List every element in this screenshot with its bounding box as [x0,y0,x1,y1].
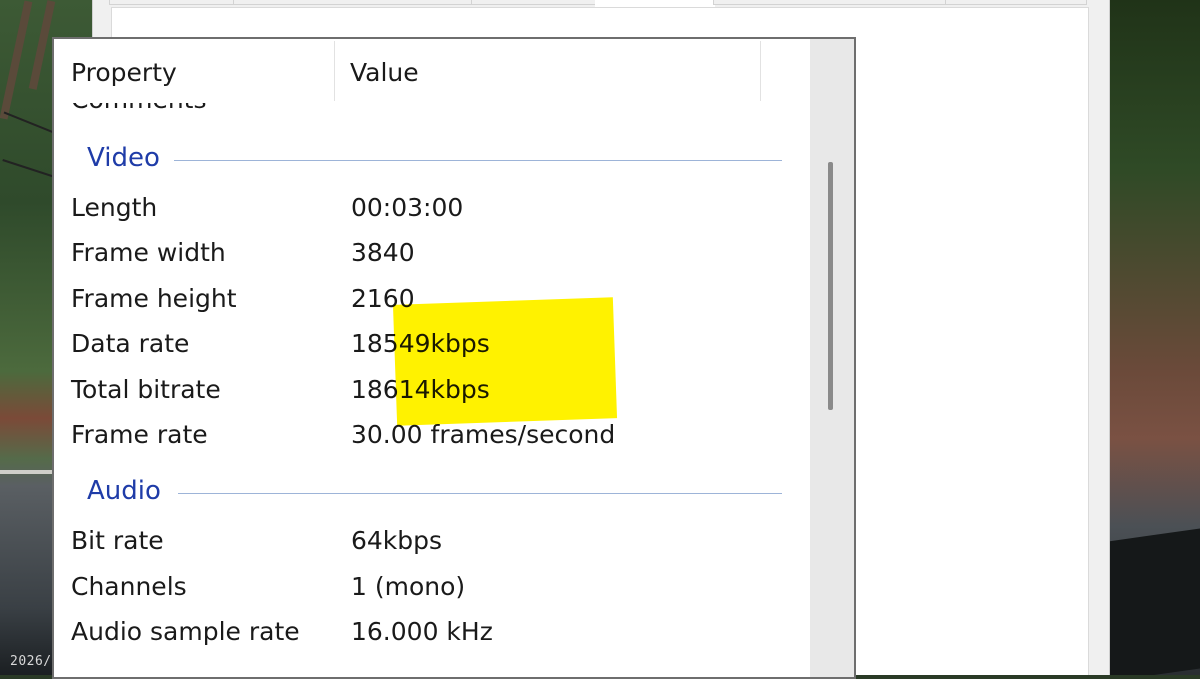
group-header-audio: Audio [54,476,810,520]
property-value: 16.000 kHz [351,617,493,646]
vertical-scrollbar[interactable] [810,39,854,677]
list-item[interactable]: Length 00:03:00 [54,193,810,237]
group-title: Video [87,143,160,173]
highlight-annotation [392,297,618,426]
property-name: Total bitrate [71,375,221,404]
property-name: Data rate [71,329,190,358]
dashboard-edge [1108,528,1200,675]
group-title: Audio [87,476,161,506]
tab[interactable] [109,0,235,5]
tab[interactable] [233,0,473,5]
list-item[interactable]: Bit rate 64kbps [54,526,810,570]
tab[interactable] [945,0,1087,5]
tab[interactable] [713,0,947,5]
group-divider [178,493,782,494]
list-header: Property Value [54,39,810,103]
property-value: 3840 [351,238,415,267]
property-name: Frame width [71,238,226,267]
list-item[interactable]: Audio sample rate 16.000 kHz [54,617,810,661]
property-name: Audio sample rate [71,617,300,646]
property-name: Frame height [71,284,237,313]
list-item[interactable]: Frame rate 30.00 frames/second [54,420,810,464]
list-item[interactable]: Channels 1 (mono) [54,572,810,616]
column-header-property[interactable]: Property [71,39,333,103]
property-value: 00:03:00 [351,193,464,222]
group-header-video: Video [54,143,810,187]
tab-strip [93,0,1109,9]
property-value: 1 (mono) [351,572,466,601]
property-name: Bit rate [71,526,164,555]
property-name: Frame rate [71,420,208,449]
group-divider [174,160,782,161]
property-name: Comments [71,103,207,114]
column-divider[interactable] [334,41,335,101]
list-item-comments[interactable]: Comments [54,103,810,119]
dashcam-background-right [1108,0,1200,675]
property-name: Channels [71,572,187,601]
property-name: Length [71,193,158,222]
list-item[interactable]: Frame width 3840 [54,238,810,282]
tab[interactable] [471,0,597,5]
column-header-value[interactable]: Value [350,39,760,103]
tree-trunk [0,0,33,120]
scrollbar-thumb[interactable] [828,162,833,410]
column-divider[interactable] [760,41,761,101]
property-value: 30.00 frames/second [351,420,616,449]
property-value: 64kbps [351,526,443,555]
